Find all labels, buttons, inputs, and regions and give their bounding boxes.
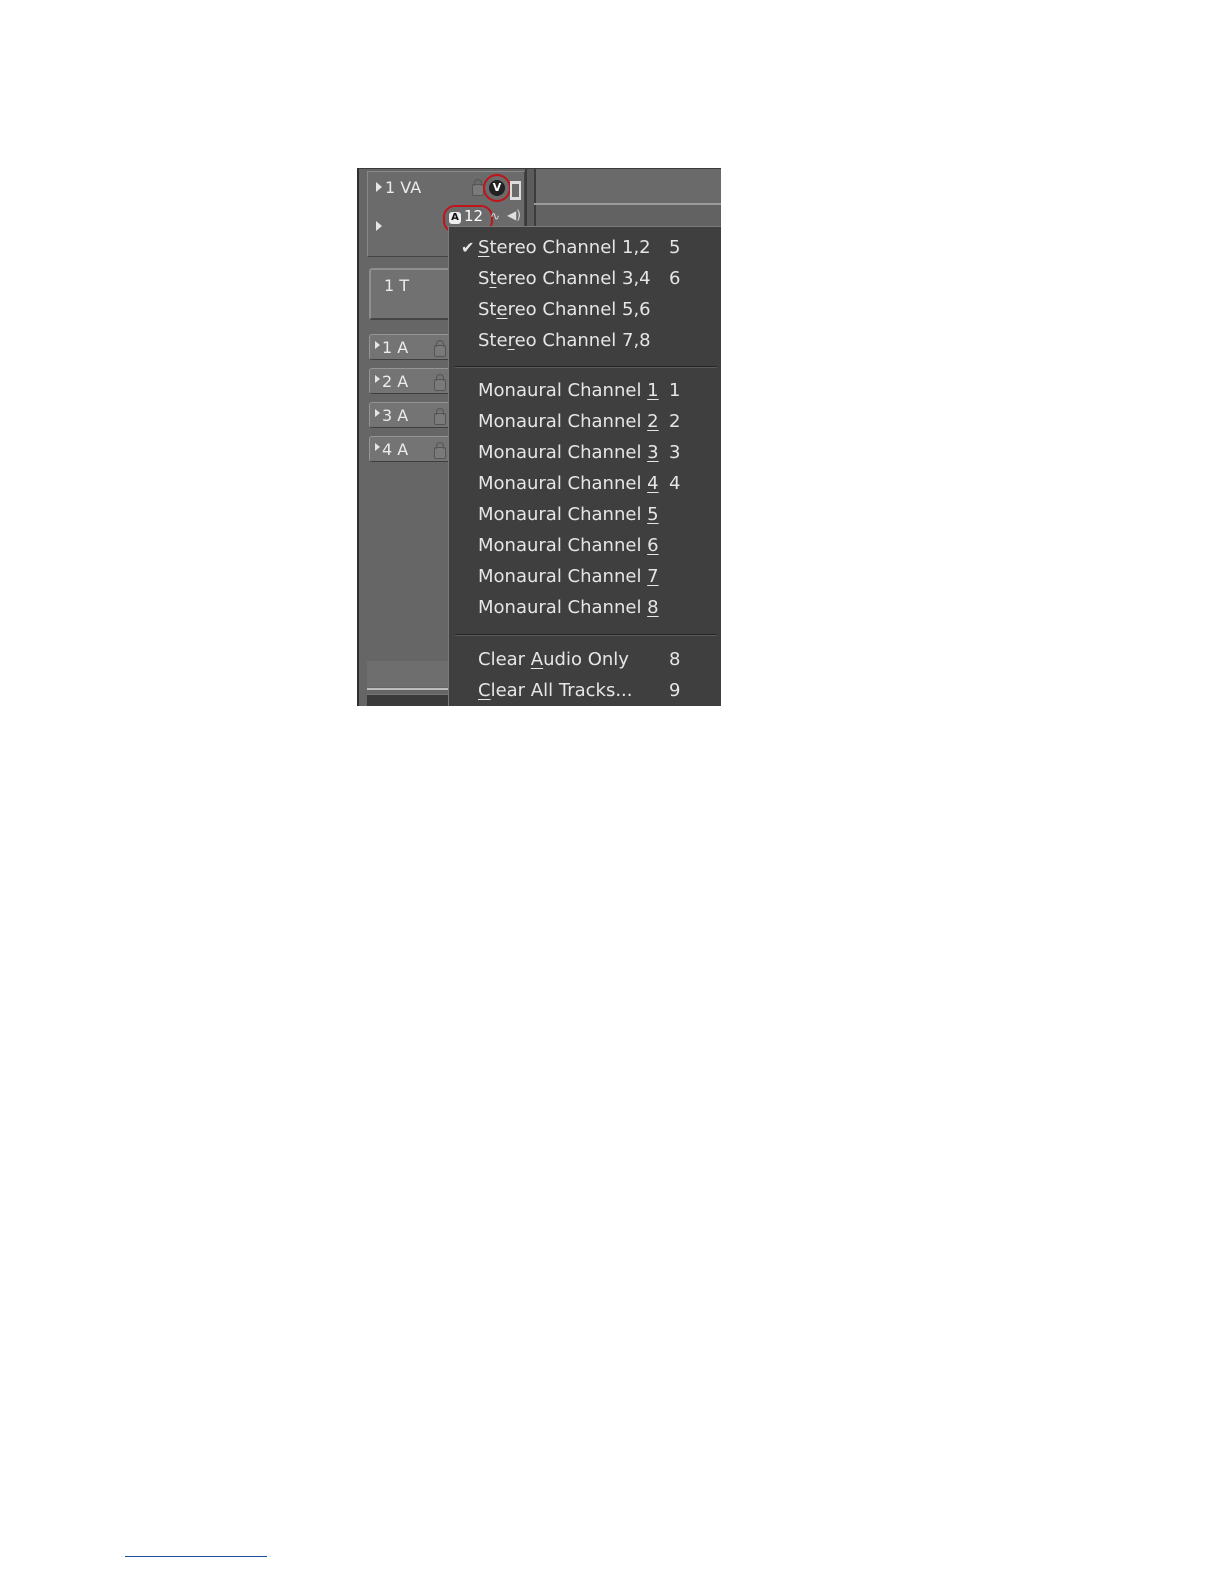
expand-triangle-icon: [375, 341, 380, 349]
menu-item-label: Clear All Tracks...: [478, 680, 633, 701]
waveform-icon[interactable]: ∿: [490, 209, 500, 223]
checkmark-icon: ✔: [461, 238, 475, 257]
menu-separator: [455, 634, 717, 636]
menu-item-label: Stereo Channel 1,2: [478, 237, 651, 258]
menu-item-shortcut: 9: [669, 680, 681, 701]
track-t-label: 1 T: [384, 276, 410, 295]
menu-item-stereo-4[interactable]: Stereo Channel 7,8: [449, 325, 721, 356]
menu-item-label: Stereo Channel 5,6: [478, 299, 651, 320]
menu-item-label: Monaural Channel 7: [478, 566, 659, 587]
menu-separator: [455, 366, 717, 368]
footnote-rule: [125, 1556, 267, 1557]
timeline-track-video[interactable]: [534, 169, 721, 203]
menu-item-label: Monaural Channel 6: [478, 535, 659, 556]
lock-icon[interactable]: [434, 408, 446, 425]
timeline-track-audio[interactable]: [534, 205, 721, 227]
menu-item-label: Stereo Channel 7,8: [478, 330, 651, 351]
audio-channel-context-menu: ✔ Stereo Channel 1,2 5 Stereo Channel 3,4 6 S…: [448, 226, 721, 706]
expand-triangle-icon[interactable]: [376, 182, 382, 192]
menu-item-label: Monaural Channel 2: [478, 411, 659, 432]
menu-item-mono-6[interactable]: Monaural Channel 6: [449, 530, 721, 561]
menu-item-clear-all-tracks[interactable]: Clear All Tracks... 9: [449, 675, 721, 706]
lock-icon[interactable]: [434, 374, 446, 391]
menu-item-shortcut: 6: [669, 268, 681, 289]
editor-screenshot: 1 VA V A 12 ∿ ◀) 1 T 1 A 2 A 3 A 4 A ✔ S…: [357, 168, 721, 706]
speaker-icon[interactable]: ◀): [507, 208, 521, 222]
menu-item-mono-2[interactable]: Monaural Channel 2 2: [449, 406, 721, 437]
menu-item-stereo-2[interactable]: Stereo Channel 3,4 6: [449, 263, 721, 294]
menu-item-shortcut: 5: [669, 237, 681, 258]
menu-item-shortcut: 2: [669, 411, 681, 432]
menu-item-mono-1[interactable]: Monaural Channel 1 1: [449, 375, 721, 406]
track-label: 3 A: [382, 406, 409, 425]
expand-triangle-icon[interactable]: [376, 221, 382, 231]
film-icon[interactable]: [510, 181, 521, 200]
menu-item-label: Monaural Channel 4: [478, 473, 659, 494]
menu-item-clear-audio-only[interactable]: Clear Audio Only 8: [449, 644, 721, 675]
lock-icon[interactable]: [434, 442, 446, 459]
menu-item-mono-7[interactable]: Monaural Channel 7: [449, 561, 721, 592]
track-va-label: 1 VA: [385, 178, 422, 197]
menu-item-label: Monaural Channel 8: [478, 597, 659, 618]
expand-triangle-icon: [375, 443, 380, 451]
menu-item-label: Monaural Channel 1: [478, 380, 659, 401]
menu-item-shortcut: 3: [669, 442, 681, 463]
track-label: 4 A: [382, 440, 409, 459]
menu-item-mono-4[interactable]: Monaural Channel 4 4: [449, 468, 721, 499]
menu-item-stereo-1[interactable]: ✔ Stereo Channel 1,2 5: [449, 232, 721, 263]
track-label: 1 A: [382, 338, 409, 357]
track-label: 2 A: [382, 372, 409, 391]
menu-item-stereo-3[interactable]: Stereo Channel 5,6: [449, 294, 721, 325]
menu-item-label: Monaural Channel 5: [478, 504, 659, 525]
expand-triangle-icon: [375, 409, 380, 417]
menu-item-shortcut: 4: [669, 473, 681, 494]
menu-item-label: Clear Audio Only: [478, 649, 629, 670]
menu-item-shortcut: 1: [669, 380, 681, 401]
lock-icon[interactable]: [434, 340, 446, 357]
expand-triangle-icon: [375, 375, 380, 383]
menu-item-shortcut: 8: [669, 649, 681, 670]
menu-item-mono-5[interactable]: Monaural Channel 5: [449, 499, 721, 530]
menu-item-label: Stereo Channel 3,4: [478, 268, 651, 289]
menu-item-label: Monaural Channel 3: [478, 442, 659, 463]
highlight-ring-video: [483, 174, 511, 202]
menu-item-mono-8[interactable]: Monaural Channel 8: [449, 592, 721, 623]
menu-item-mono-3[interactable]: Monaural Channel 3 3: [449, 437, 721, 468]
